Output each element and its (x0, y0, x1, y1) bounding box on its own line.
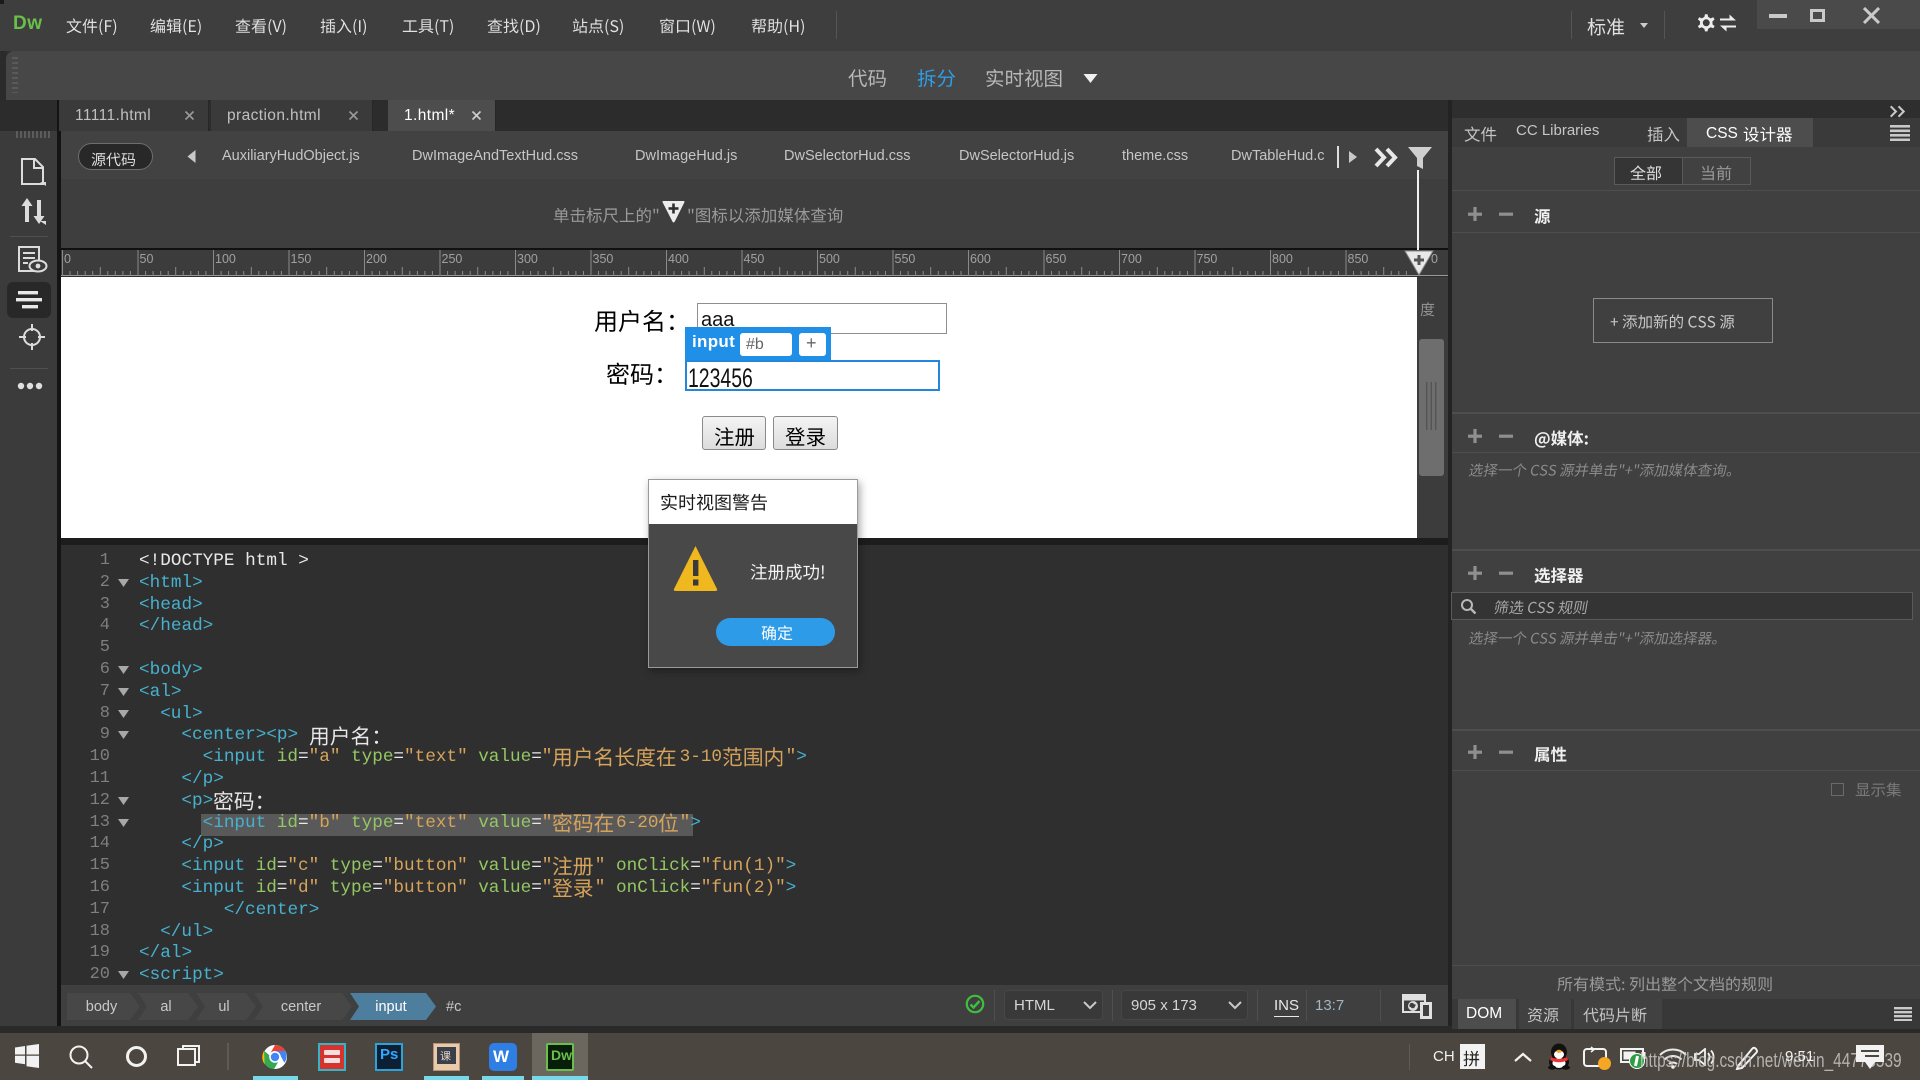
svg-text:500: 500 (819, 252, 840, 266)
svg-text:0: 0 (64, 252, 71, 266)
svg-text:550: 550 (895, 252, 916, 266)
svg-text:800: 800 (1272, 252, 1293, 266)
svg-text:50: 50 (140, 252, 154, 266)
svg-text:100: 100 (215, 252, 236, 266)
svg-text:400: 400 (668, 252, 689, 266)
svg-text:700: 700 (1121, 252, 1142, 266)
svg-text:350: 350 (593, 252, 614, 266)
svg-text:600: 600 (970, 252, 991, 266)
svg-text:150: 150 (291, 252, 312, 266)
svg-text:650: 650 (1046, 252, 1067, 266)
svg-text:300: 300 (517, 252, 538, 266)
svg-text:250: 250 (442, 252, 463, 266)
svg-text:450: 450 (744, 252, 765, 266)
svg-text:750: 750 (1197, 252, 1218, 266)
svg-text:200: 200 (366, 252, 387, 266)
svg-text:850: 850 (1348, 252, 1369, 266)
